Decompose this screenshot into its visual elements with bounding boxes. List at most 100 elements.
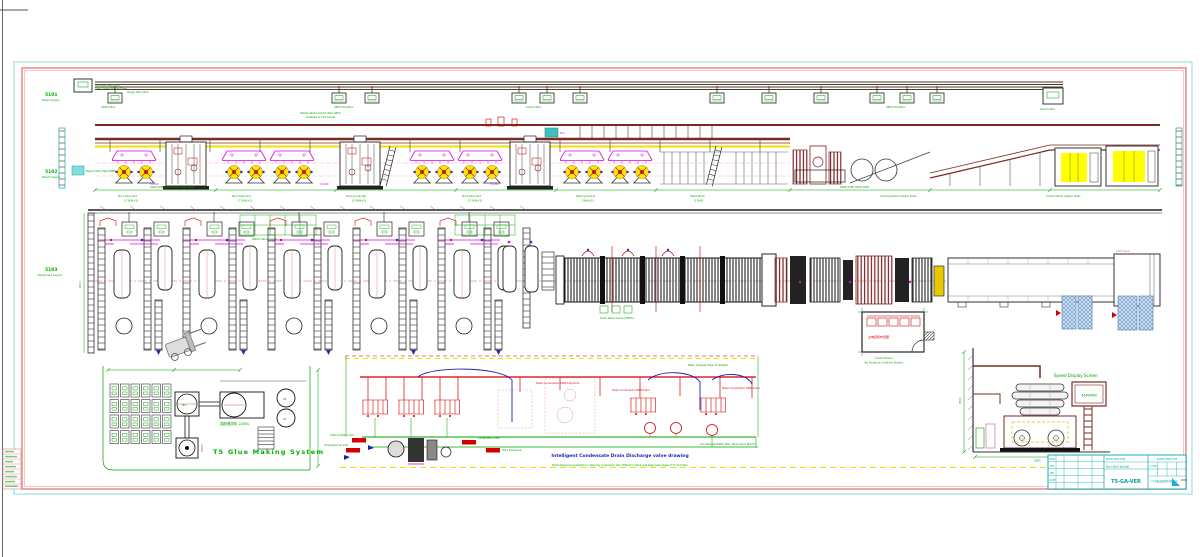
unit-caption: No.3 Glue Unit — [462, 194, 481, 198]
margin-revision-table — [3, 449, 21, 489]
unit-caption: No.1 Glue Unit — [118, 194, 137, 198]
glue-service-circles: R2 R1 — [277, 389, 295, 427]
tb-model: KJ256-2500 T5型 — [1106, 457, 1126, 461]
steam-main-label: Main Supply Pipe of Steam — [688, 363, 728, 367]
plan-dim-left: 9000 — [78, 281, 82, 288]
drawing-canvas: 5101 Power Supply 5102 Steam Supply 5103… — [0, 0, 1200, 557]
unit-caption: Waxing Device — [576, 194, 596, 198]
unit-caption: Cooling Device (Upper Side) — [880, 194, 917, 198]
steam-note: Steam Main Pipe DN80 — [86, 169, 116, 173]
pump-code: P0807 — [200, 443, 204, 452]
control-room-caption-2: By Series As Combine Electric — [865, 361, 904, 365]
margin-labels: 5101 Power Supply 5102 Steam Supply 5103… — [38, 92, 62, 277]
calender-stack — [1000, 384, 1080, 452]
piping-subtitle: Each Steam Consumption in best dry produ… — [552, 463, 688, 467]
tb-field-app: APP — [1050, 472, 1055, 475]
glue-system: JB1 调胶搅拌机 2200L R2 R1 P0807 — [103, 366, 324, 470]
plan-view: 9000 Steam Valve Group — [78, 206, 1162, 362]
steam-drops — [580, 125, 712, 140]
dim-string-right: 1800 2400 3200 1400 — [840, 185, 869, 189]
control-room: 主电控柜布置图 Control Room By Series As Combin… — [858, 308, 934, 365]
branch-label-1: Steam Consumption DN25×4pcs/Unit — [536, 382, 579, 385]
feed-label-2: Compressed Air Inlet — [324, 444, 348, 447]
table-label: 1400 Type — [1116, 249, 1130, 253]
drain-equipment-group: Softened Water Inlet Compressed Air Inle… — [324, 434, 522, 464]
tank-label: 调胶搅拌机 2200L — [220, 421, 250, 426]
title-block: DWG CHK APP DATE KJ256-2500 T5型 浆纱上胶烘干联合… — [1048, 455, 1187, 489]
ebox-caption: Control Box — [526, 105, 541, 109]
plc-box — [545, 128, 558, 137]
wall-column — [59, 128, 65, 188]
busbar-end-box — [74, 79, 92, 92]
glue-mixer-2: 调胶搅拌机 2200L — [220, 392, 264, 426]
head-machine-blocks — [775, 256, 944, 304]
feed-label-1: Softened Water Inlet — [330, 434, 354, 437]
circle-label-1: R1 — [283, 417, 287, 421]
steam-tag — [72, 166, 84, 175]
glue-barrel-grid — [110, 384, 171, 444]
elevation-view: Switch Box 380V Feed Box Control Box 380… — [59, 79, 1182, 203]
mixer-label: JB1 — [181, 403, 187, 407]
label-steam: Steam Supply — [42, 175, 61, 179]
control-room-caption: Control Room — [875, 356, 893, 360]
glue-stairs — [258, 427, 274, 449]
tb-scale: 1:100 — [1150, 465, 1157, 468]
circle-label-2: R2 — [283, 397, 287, 401]
feed-rollers — [503, 241, 554, 292]
unit-caption: (11kW) — [694, 199, 703, 203]
yellow-enclosures — [1055, 146, 1158, 186]
steam-risers — [368, 377, 752, 400]
dim-string: 2000 2000 2600 2000 1800 2400 — [150, 185, 194, 189]
unit-caption: (7.5kW×2) — [124, 199, 138, 203]
drain-caption: Drain Valve Group (DN25) — [600, 316, 634, 320]
unit-caption: No.2 Glue Unit — [232, 194, 251, 198]
speed-display-box: 45M/MIN — [1072, 382, 1106, 406]
glue-pump: P0807 — [176, 438, 204, 458]
drain-valve-group — [600, 306, 632, 313]
label-power: Power Supply — [42, 98, 60, 102]
branch-label-2: Steam Consumption DN25×4pcs — [612, 389, 651, 392]
unit-caption: (5.5kW×2) — [352, 199, 366, 203]
forklift — [164, 327, 208, 361]
level-mark: ±0.000 — [490, 183, 499, 186]
tb-field-dwg: DWG — [1050, 458, 1056, 461]
wall-dim: 6500 — [958, 397, 962, 404]
elevation-dims: 2000 2000 2600 2000 1800 2400 1800 2400 … — [93, 185, 1162, 203]
main-conveyor: Drain Valve Group (DN25) — [556, 246, 776, 320]
cad-sheet: 5101 Power Supply 5102 Steam Supply 5103… — [0, 0, 1200, 557]
switch-note-2: Slide Contact Wire 4x35mm — [95, 88, 128, 91]
ebox-caption: 380V Feed Box — [334, 105, 354, 109]
condensate-label: Condensate Water Main Pipe Lower Branch — [700, 442, 756, 446]
label-layout-code: 5103 — [45, 267, 58, 273]
plc-label: PLC — [560, 131, 565, 135]
unit-caption: (7.5kW×2) — [468, 199, 482, 203]
glue-mixer-1: JB1 — [175, 392, 199, 416]
unit-caption: Control Panel (Upper Side) — [1046, 194, 1080, 198]
speed-display-value: 45M/MIN — [1081, 394, 1097, 398]
panel-label: 主电控柜布置图 — [868, 334, 889, 339]
switch-note-3: Hanger Pitch 1500 — [127, 91, 149, 94]
feed-label-3: Condensate Outlet — [478, 437, 500, 440]
center-note-1: Safety Slide Contact Wire 380V — [300, 111, 341, 115]
ebox-caption: Switch Box — [101, 105, 116, 109]
light-roller-row — [660, 152, 788, 184]
feed-label-4: Drain Equipment — [502, 449, 522, 452]
tb-drawing-no: KJ256-2500-T-M — [1157, 457, 1177, 461]
left-wall — [88, 213, 94, 353]
unit-caption: (3kW×2) — [582, 199, 594, 203]
label-layout: Equipment Layout — [38, 273, 62, 277]
unit-caption: Drying Cylinder — [346, 194, 367, 198]
ebox-caption: 380V Feed Box — [886, 105, 906, 109]
speed-display-section: 6500 3500 Speed D — [958, 348, 1110, 463]
tb-field-chk: CHK — [1050, 465, 1055, 468]
ebox-caption: Control Box — [1040, 107, 1055, 111]
tb-title: T5-GA-VER — [1111, 479, 1141, 485]
unit-caption: (7.5kW×2) — [238, 199, 252, 203]
floor-dim: 3500 — [1034, 459, 1041, 463]
center-note-2: Installed In The Center — [306, 115, 336, 119]
reference-unit-tall — [545, 378, 595, 433]
tb-field-date: DATE — [1050, 479, 1057, 482]
tb-logo-text: WISE — [1181, 479, 1187, 482]
busbar — [74, 79, 1063, 104]
valve-table-caption: Steam Valve Group — [252, 237, 277, 241]
